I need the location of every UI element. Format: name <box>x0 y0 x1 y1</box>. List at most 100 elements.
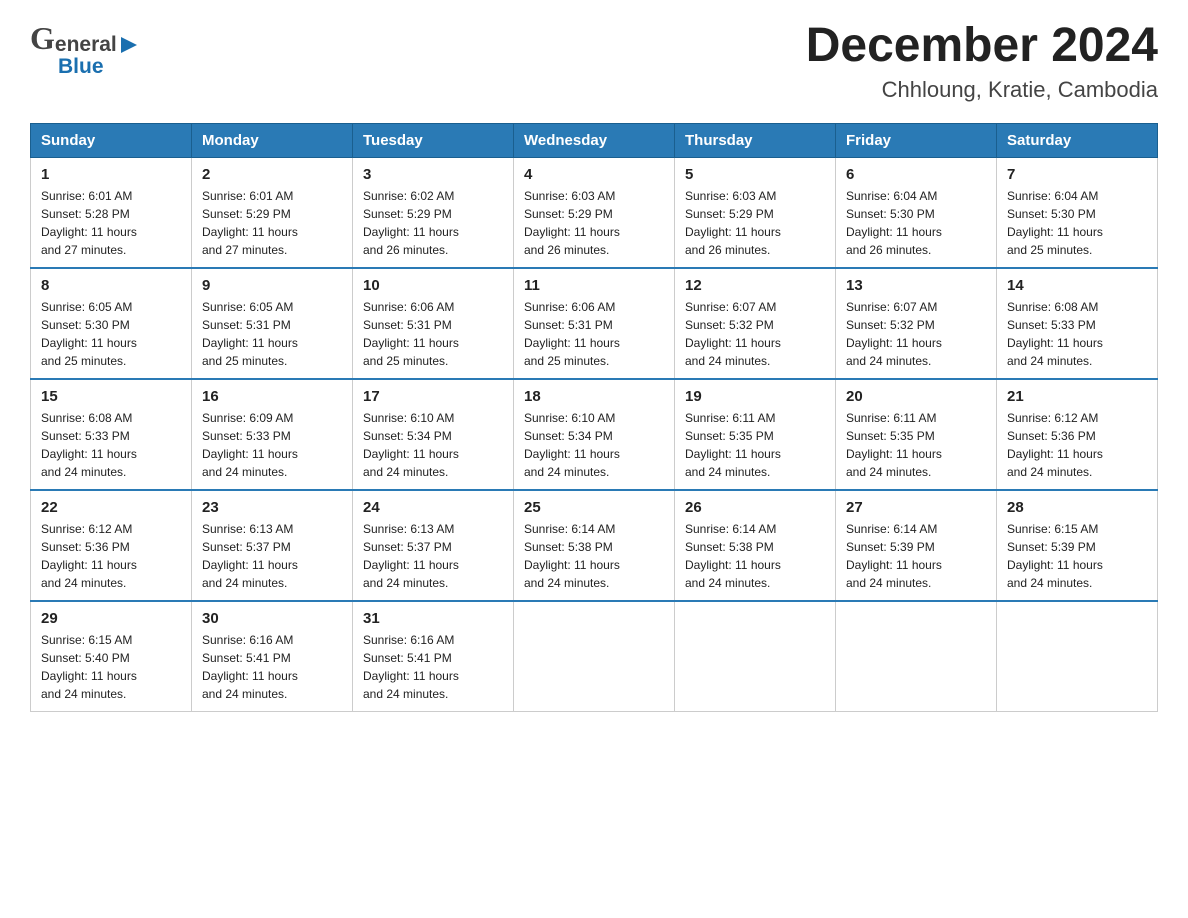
header-saturday: Saturday <box>997 123 1158 157</box>
day-info: Sunrise: 6:05 AMSunset: 5:30 PMDaylight:… <box>41 298 181 370</box>
calendar-cell: 18 Sunrise: 6:10 AMSunset: 5:34 PMDayligh… <box>514 379 675 490</box>
day-info: Sunrise: 6:03 AMSunset: 5:29 PMDaylight:… <box>524 187 664 259</box>
day-info: Sunrise: 6:14 AMSunset: 5:38 PMDaylight:… <box>524 520 664 592</box>
day-info: Sunrise: 6:02 AMSunset: 5:29 PMDaylight:… <box>363 187 503 259</box>
header-friday: Friday <box>836 123 997 157</box>
day-info: Sunrise: 6:04 AMSunset: 5:30 PMDaylight:… <box>846 187 986 259</box>
day-info: Sunrise: 6:13 AMSunset: 5:37 PMDaylight:… <box>363 520 503 592</box>
day-number: 20 <box>846 388 986 405</box>
day-number: 10 <box>363 277 503 294</box>
title-section: December 2024 Chhloung, Kratie, Cambodia <box>806 20 1158 103</box>
day-info: Sunrise: 6:12 AMSunset: 5:36 PMDaylight:… <box>1007 409 1147 481</box>
day-info: Sunrise: 6:06 AMSunset: 5:31 PMDaylight:… <box>363 298 503 370</box>
day-number: 7 <box>1007 166 1147 183</box>
calendar-cell: 13 Sunrise: 6:07 AMSunset: 5:32 PMDayligh… <box>836 268 997 379</box>
day-number: 3 <box>363 166 503 183</box>
day-number: 22 <box>41 499 181 516</box>
calendar-table: SundayMondayTuesdayWednesdayThursdayFrid… <box>30 123 1158 712</box>
calendar-week-row: 8 Sunrise: 6:05 AMSunset: 5:30 PMDaylight… <box>31 268 1158 379</box>
day-number: 1 <box>41 166 181 183</box>
calendar-header-row: SundayMondayTuesdayWednesdayThursdayFrid… <box>31 123 1158 157</box>
header-monday: Monday <box>192 123 353 157</box>
day-info: Sunrise: 6:08 AMSunset: 5:33 PMDaylight:… <box>41 409 181 481</box>
calendar-cell: 15 Sunrise: 6:08 AMSunset: 5:33 PMDayligh… <box>31 379 192 490</box>
day-number: 8 <box>41 277 181 294</box>
day-number: 12 <box>685 277 825 294</box>
day-info: Sunrise: 6:12 AMSunset: 5:36 PMDaylight:… <box>41 520 181 592</box>
calendar-cell: 10 Sunrise: 6:06 AMSunset: 5:31 PMDayligh… <box>353 268 514 379</box>
calendar-cell: 2 Sunrise: 6:01 AMSunset: 5:29 PMDaylight… <box>192 157 353 268</box>
day-info: Sunrise: 6:05 AMSunset: 5:31 PMDaylight:… <box>202 298 342 370</box>
day-info: Sunrise: 6:09 AMSunset: 5:33 PMDaylight:… <box>202 409 342 481</box>
day-info: Sunrise: 6:04 AMSunset: 5:30 PMDaylight:… <box>1007 187 1147 259</box>
calendar-week-row: 1 Sunrise: 6:01 AMSunset: 5:28 PMDaylight… <box>31 157 1158 268</box>
day-number: 28 <box>1007 499 1147 516</box>
header-wednesday: Wednesday <box>514 123 675 157</box>
day-number: 30 <box>202 610 342 627</box>
day-info: Sunrise: 6:01 AMSunset: 5:28 PMDaylight:… <box>41 187 181 259</box>
day-info: Sunrise: 6:10 AMSunset: 5:34 PMDaylight:… <box>363 409 503 481</box>
calendar-cell <box>836 601 997 712</box>
calendar-cell <box>997 601 1158 712</box>
calendar-cell: 24 Sunrise: 6:13 AMSunset: 5:37 PMDayligh… <box>353 490 514 601</box>
page-header: G eneral Blue December 2024 Chhloung, Kr… <box>30 20 1158 103</box>
day-info: Sunrise: 6:14 AMSunset: 5:38 PMDaylight:… <box>685 520 825 592</box>
day-info: Sunrise: 6:07 AMSunset: 5:32 PMDaylight:… <box>846 298 986 370</box>
day-number: 16 <box>202 388 342 405</box>
calendar-cell: 21 Sunrise: 6:12 AMSunset: 5:36 PMDayligh… <box>997 379 1158 490</box>
calendar-cell: 29Sunrise: 6:15 AMSunset: 5:40 PMDayligh… <box>31 601 192 712</box>
calendar-cell: 23 Sunrise: 6:13 AMSunset: 5:37 PMDayligh… <box>192 490 353 601</box>
day-info: Sunrise: 6:15 AMSunset: 5:40 PMDaylight:… <box>41 631 181 703</box>
logo-blue: Blue <box>58 55 104 79</box>
calendar-cell: 31Sunrise: 6:16 AMSunset: 5:41 PMDayligh… <box>353 601 514 712</box>
day-number: 15 <box>41 388 181 405</box>
calendar-cell: 30 Sunrise: 6:16 AMSunset: 5:41 PMDayligh… <box>192 601 353 712</box>
calendar-cell: 25 Sunrise: 6:14 AMSunset: 5:38 PMDayligh… <box>514 490 675 601</box>
header-sunday: Sunday <box>31 123 192 157</box>
calendar-cell: 7 Sunrise: 6:04 AMSunset: 5:30 PMDaylight… <box>997 157 1158 268</box>
month-year-title: December 2024 <box>806 20 1158 73</box>
calendar-cell: 16 Sunrise: 6:09 AMSunset: 5:33 PMDayligh… <box>192 379 353 490</box>
day-number: 4 <box>524 166 664 183</box>
day-number: 17 <box>363 388 503 405</box>
calendar-cell: 4 Sunrise: 6:03 AMSunset: 5:29 PMDaylight… <box>514 157 675 268</box>
calendar-cell: 14Sunrise: 6:08 AMSunset: 5:33 PMDayligh… <box>997 268 1158 379</box>
day-number: 25 <box>524 499 664 516</box>
day-number: 13 <box>846 277 986 294</box>
calendar-cell: 9 Sunrise: 6:05 AMSunset: 5:31 PMDaylight… <box>192 268 353 379</box>
day-number: 24 <box>363 499 503 516</box>
day-number: 9 <box>202 277 342 294</box>
day-info: Sunrise: 6:16 AMSunset: 5:41 PMDaylight:… <box>363 631 503 703</box>
day-info: Sunrise: 6:01 AMSunset: 5:29 PMDaylight:… <box>202 187 342 259</box>
header-tuesday: Tuesday <box>353 123 514 157</box>
day-info: Sunrise: 6:16 AMSunset: 5:41 PMDaylight:… <box>202 631 342 703</box>
logo-g: G <box>30 20 55 57</box>
calendar-cell: 22 Sunrise: 6:12 AMSunset: 5:36 PMDayligh… <box>31 490 192 601</box>
day-number: 26 <box>685 499 825 516</box>
calendar-week-row: 22 Sunrise: 6:12 AMSunset: 5:36 PMDayligh… <box>31 490 1158 601</box>
day-number: 27 <box>846 499 986 516</box>
calendar-cell: 11Sunrise: 6:06 AMSunset: 5:31 PMDayligh… <box>514 268 675 379</box>
day-number: 23 <box>202 499 342 516</box>
day-info: Sunrise: 6:10 AMSunset: 5:34 PMDaylight:… <box>524 409 664 481</box>
logo-general: eneral <box>55 33 117 57</box>
day-number: 21 <box>1007 388 1147 405</box>
logo: G eneral Blue <box>30 20 139 79</box>
calendar-cell: 12Sunrise: 6:07 AMSunset: 5:32 PMDayligh… <box>675 268 836 379</box>
day-info: Sunrise: 6:11 AMSunset: 5:35 PMDaylight:… <box>685 409 825 481</box>
header-thursday: Thursday <box>675 123 836 157</box>
calendar-cell: 27Sunrise: 6:14 AMSunset: 5:39 PMDayligh… <box>836 490 997 601</box>
location-subtitle: Chhloung, Kratie, Cambodia <box>806 77 1158 103</box>
calendar-week-row: 29Sunrise: 6:15 AMSunset: 5:40 PMDayligh… <box>31 601 1158 712</box>
day-info: Sunrise: 6:06 AMSunset: 5:31 PMDaylight:… <box>524 298 664 370</box>
day-number: 18 <box>524 388 664 405</box>
day-info: Sunrise: 6:15 AMSunset: 5:39 PMDaylight:… <box>1007 520 1147 592</box>
calendar-cell: 20 Sunrise: 6:11 AMSunset: 5:35 PMDayligh… <box>836 379 997 490</box>
day-number: 6 <box>846 166 986 183</box>
day-info: Sunrise: 6:08 AMSunset: 5:33 PMDaylight:… <box>1007 298 1147 370</box>
day-info: Sunrise: 6:11 AMSunset: 5:35 PMDaylight:… <box>846 409 986 481</box>
day-info: Sunrise: 6:13 AMSunset: 5:37 PMDaylight:… <box>202 520 342 592</box>
day-number: 2 <box>202 166 342 183</box>
calendar-cell: 6 Sunrise: 6:04 AMSunset: 5:30 PMDaylight… <box>836 157 997 268</box>
calendar-cell <box>514 601 675 712</box>
